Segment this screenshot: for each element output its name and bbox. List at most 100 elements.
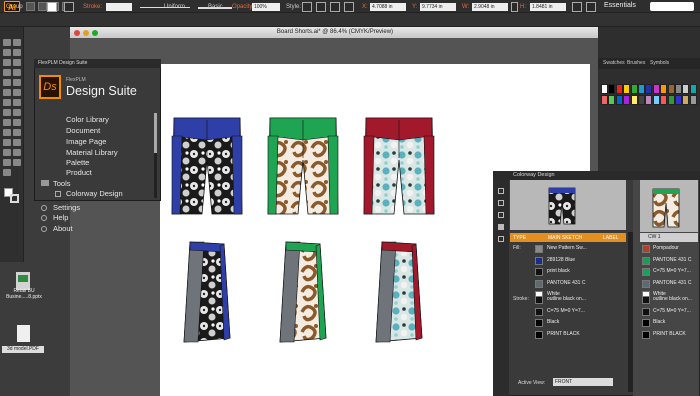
fill-swatch[interactable] [47,2,57,12]
swatch-chip[interactable] [630,95,638,105]
stroke-row[interactable]: PRINT BLACK [510,329,626,340]
stroke-cw1-cell[interactable]: C=75 M=0 Y=7... [640,306,698,317]
swatch-chip[interactable] [623,84,631,94]
tab-symbols[interactable]: Symbols [650,60,669,66]
nav-material-library[interactable]: Material Library [66,148,118,157]
swatch-chip[interactable] [652,95,660,105]
direct-selection-tool-icon[interactable] [13,39,21,46]
graph-tool-icon[interactable] [3,149,11,156]
swatch-chip[interactable] [623,95,631,105]
swatch-chip[interactable] [689,84,697,94]
stroke-color-icon[interactable] [10,194,19,203]
eyedropper-tool-icon[interactable] [13,129,21,136]
type-tool-icon[interactable] [13,59,21,66]
bridge-icon[interactable] [26,2,35,11]
swatch-chip[interactable] [675,95,682,105]
fill-cw1-cell[interactable]: PANTONE 431 C [640,278,698,289]
symbol-sprayer-tool-icon[interactable] [13,139,21,146]
stroke-label[interactable]: Stroke: [83,2,102,12]
workspace-switcher[interactable]: Essentials [604,2,636,9]
swatch-chip[interactable] [601,84,608,94]
stroke-row[interactable]: outline black on... [510,294,626,305]
refresh-icon[interactable] [498,188,504,194]
free-transform-tool-icon[interactable] [3,109,11,116]
export-icon[interactable] [498,236,504,242]
rectangle-tool-icon[interactable] [13,69,21,76]
swatch-chip[interactable] [660,95,668,105]
fill-cw1-cell[interactable]: PANTONE 431 C [640,255,698,266]
stroke-row[interactable]: C=75 M=0 Y=7... [510,306,626,317]
swatch-chip[interactable] [667,84,675,94]
delete-icon[interactable] [498,224,504,230]
tab-brushes[interactable]: Brushes [627,60,645,66]
swatch-chip[interactable] [638,84,645,94]
fill-row[interactable]: PANTONE 431 C [510,278,626,289]
h-field[interactable]: 1.8481 in [530,3,566,11]
swatch-chip[interactable] [667,95,675,105]
opacity-field[interactable]: 100% [252,3,280,11]
swatch-chip[interactable] [615,84,623,94]
stroke-weight-field[interactable] [106,3,132,11]
artboard-tool-icon[interactable] [13,149,21,156]
mesh-tool-icon[interactable] [13,119,21,126]
swatch-chip[interactable] [608,95,616,105]
minimize-window-button[interactable] [83,30,89,36]
w-field[interactable]: 2.9048 in [472,3,508,11]
constrain-proportions-icon[interactable] [511,2,518,12]
opacity-label[interactable]: Opacity: [232,2,254,12]
swatch-chip[interactable] [675,84,682,94]
stroke-cw1-cell[interactable]: PRINT BLACK [640,329,698,340]
hand-tool-icon[interactable] [13,159,21,166]
lasso-tool-icon[interactable] [13,49,21,56]
paintbrush-tool-icon[interactable] [3,79,11,86]
swatch-chip[interactable] [689,95,697,105]
transform-menu-icon[interactable] [572,2,582,12]
close-window-button[interactable] [74,30,80,36]
blend-tool-icon[interactable] [3,139,11,146]
nav-product[interactable]: Product [66,168,92,177]
nav-palette[interactable]: Palette [66,158,89,167]
nav-colorway-design[interactable]: Colorway Design [66,189,123,198]
slice-tool-icon[interactable] [3,159,11,166]
nav-help[interactable]: Help [53,213,68,222]
save-icon[interactable] [498,200,504,206]
stroke-swatch[interactable] [64,2,74,12]
swatch-chip[interactable] [682,95,690,105]
shape-builder-tool-icon[interactable] [13,109,21,116]
width-tool-icon[interactable] [13,99,21,106]
swatch-chip[interactable] [630,84,638,94]
swatches-grid[interactable] [601,84,698,106]
fill-cw1-cell[interactable]: C=75 M=0 Y=7... [640,266,698,277]
y-field[interactable]: 9.7734 in [420,3,456,11]
fill-cw1-cell[interactable]: Pompadour [640,243,698,254]
stock-icon[interactable] [38,2,47,11]
selection-tool-icon[interactable] [3,39,11,46]
nav-settings[interactable]: Settings [53,203,80,212]
fill-row[interactable]: print black [510,266,626,277]
swatch-chip[interactable] [608,84,616,94]
swatch-chip[interactable] [615,95,623,105]
stroke-cw1-cell[interactable]: outline black on... [640,294,698,305]
magic-wand-tool-icon[interactable] [3,49,11,56]
flexplm-scrollbar-thumb[interactable] [154,113,157,153]
nav-tools[interactable]: Tools [53,179,71,188]
nav-image-page[interactable]: Image Page [66,137,106,146]
pencil-tool-icon[interactable] [13,79,21,86]
swatch-chip[interactable] [601,95,608,105]
tab-swatches[interactable]: Swatches [603,60,625,66]
align-icon[interactable] [330,2,340,12]
swatch-chip[interactable] [652,84,660,94]
fill-row[interactable]: 289128 Blue [510,255,626,266]
perspective-tool-icon[interactable] [3,119,11,126]
x-field[interactable]: 4.7088 in [370,3,406,11]
copy-icon[interactable] [498,212,504,218]
stroke-row[interactable]: Black [510,317,626,328]
active-view-select[interactable]: FRONT [553,378,613,386]
graphic-style-swatch[interactable] [302,2,312,12]
isolate-icon[interactable] [586,2,596,12]
gradient-tool-icon[interactable] [3,129,11,136]
transform-ref-icon[interactable] [344,2,354,12]
zoom-tool-icon[interactable] [3,169,11,176]
swatch-chip[interactable] [682,84,690,94]
swatch-chip[interactable] [660,84,668,94]
